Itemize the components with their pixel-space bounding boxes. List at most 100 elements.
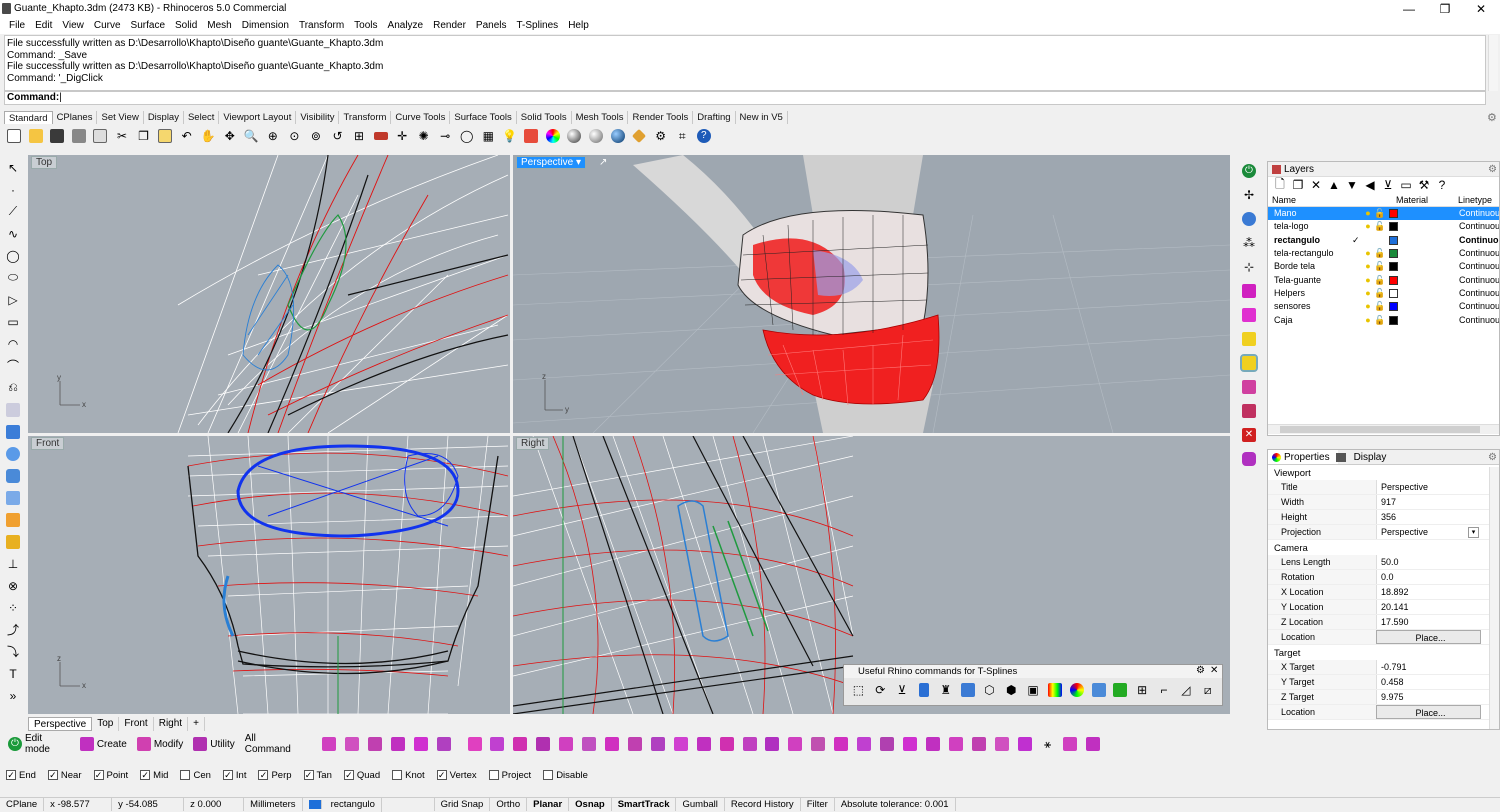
- draft-angle-icon[interactable]: [1088, 680, 1109, 700]
- prop-xloc-value[interactable]: 18.892: [1376, 585, 1481, 599]
- layer-name[interactable]: Mano: [1268, 207, 1352, 220]
- tab-select[interactable]: Select: [184, 111, 220, 124]
- viewport-label-front[interactable]: Front: [31, 437, 65, 450]
- layer-linetype[interactable]: Continuous: [1459, 260, 1499, 273]
- delete-layer-icon[interactable]: ✕: [1308, 178, 1324, 192]
- lock-icon[interactable]: 🔓: [1374, 287, 1386, 300]
- lock-icon[interactable]: 🔓: [1374, 207, 1386, 220]
- ts-delete-icon[interactable]: [647, 734, 668, 754]
- tools-icon[interactable]: ⚒: [1416, 178, 1432, 192]
- place-camera-button[interactable]: Place...: [1376, 630, 1481, 644]
- menu-tools[interactable]: Tools: [349, 18, 382, 34]
- prop-ytarget-value[interactable]: 0.458: [1376, 675, 1481, 689]
- power-icon[interactable]: ⏻: [1238, 160, 1260, 181]
- layer-color-swatch[interactable]: [1389, 222, 1398, 232]
- layer-name[interactable]: Tela-guante: [1268, 274, 1352, 287]
- ts-merge-icon[interactable]: [510, 734, 531, 754]
- place-target-button[interactable]: Place...: [1376, 705, 1481, 719]
- checkbox-box[interactable]: [543, 770, 554, 780]
- shade-icon[interactable]: [521, 126, 542, 146]
- ts-flatten-icon[interactable]: [900, 734, 921, 754]
- curvature-icon[interactable]: [1066, 680, 1087, 700]
- status-planar[interactable]: Planar: [527, 798, 570, 811]
- new-layer-icon[interactable]: 🗋: [1272, 177, 1288, 192]
- status-ortho[interactable]: Ortho: [490, 798, 528, 811]
- ts-pull-icon[interactable]: [854, 734, 875, 754]
- render-color-icon[interactable]: [543, 126, 564, 146]
- ts-star-icon[interactable]: ⚹: [1037, 734, 1058, 754]
- layer-linetype[interactable]: Continuous: [1459, 300, 1499, 313]
- ts-append-icon[interactable]: [670, 734, 691, 754]
- move-down-icon[interactable]: ▼: [1344, 178, 1360, 192]
- rectangle-icon[interactable]: ▭: [3, 312, 23, 331]
- ts-weight-icon[interactable]: [1060, 734, 1081, 754]
- menu-mesh[interactable]: Mesh: [202, 18, 236, 34]
- tab-standard[interactable]: Standard: [4, 111, 53, 124]
- checkbox-box[interactable]: ✓: [6, 770, 16, 780]
- rotate-icon[interactable]: ✥: [219, 126, 240, 146]
- layers-tab[interactable]: Layers: [1268, 162, 1499, 177]
- array-icon[interactable]: ⁘: [3, 598, 23, 617]
- osnap-checkbox[interactable]: ✓ Near: [47, 770, 82, 781]
- pan-icon[interactable]: ✋: [198, 126, 219, 146]
- fillet-icon[interactable]: ⌒: [3, 356, 23, 375]
- transform-icon[interactable]: [3, 532, 23, 551]
- ts-split-icon[interactable]: [1014, 734, 1035, 754]
- tab-visibility[interactable]: Visibility: [296, 111, 340, 124]
- close-icon[interactable]: ✕: [1210, 665, 1218, 676]
- slash-icon[interactable]: ⧄: [1197, 680, 1218, 700]
- menu-solid[interactable]: Solid: [170, 18, 202, 34]
- cylinder-icon[interactable]: [3, 466, 23, 485]
- status-filter[interactable]: Filter: [801, 798, 835, 811]
- lightbulb-icon[interactable]: ●: [1362, 260, 1374, 273]
- prop-yloc-value[interactable]: 20.141: [1376, 600, 1481, 614]
- prop-xtarget-value[interactable]: -0.791: [1376, 660, 1481, 674]
- vp-tab-front[interactable]: Front: [119, 717, 154, 731]
- status-grid-snap[interactable]: Grid Snap: [435, 798, 491, 811]
- layer-linetype[interactable]: Continuous: [1459, 220, 1499, 233]
- ts-unweld-icon[interactable]: [968, 734, 989, 754]
- checkbox-box[interactable]: ✓: [140, 770, 151, 780]
- osnap-checkbox[interactable]: ✓ Mid: [140, 770, 168, 781]
- tab-render-tools[interactable]: Render Tools: [628, 111, 694, 124]
- flip-icon[interactable]: ◿: [1175, 680, 1196, 700]
- magenta-box-icon[interactable]: [1238, 280, 1260, 301]
- move-out-icon[interactable]: ◀: [1362, 178, 1378, 192]
- dimension-icon[interactable]: ⊥: [3, 554, 23, 573]
- layer-linetype[interactable]: Continuous: [1459, 247, 1499, 260]
- minimize-button[interactable]: —: [1392, 0, 1426, 18]
- col-name[interactable]: Name: [1268, 193, 1396, 206]
- cluster-icon[interactable]: [1238, 448, 1260, 469]
- layer-linetype[interactable]: Continuous: [1459, 207, 1499, 220]
- new-icon[interactable]: [4, 126, 25, 146]
- menu-curve[interactable]: Curve: [89, 18, 126, 34]
- funnel-icon[interactable]: [913, 680, 934, 700]
- lock-icon[interactable]: 🔓: [1374, 314, 1386, 327]
- rebuild-icon[interactable]: [1110, 680, 1131, 700]
- layer-color-swatch[interactable]: [1389, 302, 1398, 312]
- status-cplane[interactable]: CPlane: [0, 798, 45, 811]
- ts-slide-icon[interactable]: [922, 734, 943, 754]
- status-layer[interactable]: rectangulo: [303, 797, 435, 812]
- ts-grid-icon[interactable]: [716, 734, 737, 754]
- sphere-icon[interactable]: [3, 444, 23, 463]
- gear-icon[interactable]: ⚙: [1196, 665, 1205, 676]
- status-gumball[interactable]: Gumball: [676, 798, 725, 811]
- command-line[interactable]: Command:|: [4, 91, 1486, 105]
- vp-tab-add[interactable]: +: [188, 717, 205, 731]
- checkbox-box[interactable]: ✓: [303, 770, 314, 780]
- tab-transform[interactable]: Transform: [339, 111, 392, 124]
- properties-scrollbar[interactable]: [1489, 467, 1499, 729]
- move-up-icon[interactable]: ▲: [1326, 178, 1342, 192]
- lock-icon[interactable]: 🔓: [1374, 274, 1386, 287]
- lightbulb-icon[interactable]: ●: [1362, 287, 1374, 300]
- checkbox-box[interactable]: ✓: [222, 770, 233, 780]
- point-icon[interactable]: ✛: [392, 126, 413, 146]
- lights-icon[interactable]: ✺: [413, 126, 434, 146]
- gumball-icon[interactable]: ↗: [599, 157, 607, 168]
- status-osnap[interactable]: Osnap: [569, 798, 612, 811]
- box-icon[interactable]: [3, 422, 23, 441]
- chevron-down-icon[interactable]: ▾: [1468, 527, 1479, 538]
- command-history[interactable]: File successfully written as D:\Desarrol…: [4, 35, 1486, 91]
- tab-drafting[interactable]: Drafting: [693, 111, 736, 124]
